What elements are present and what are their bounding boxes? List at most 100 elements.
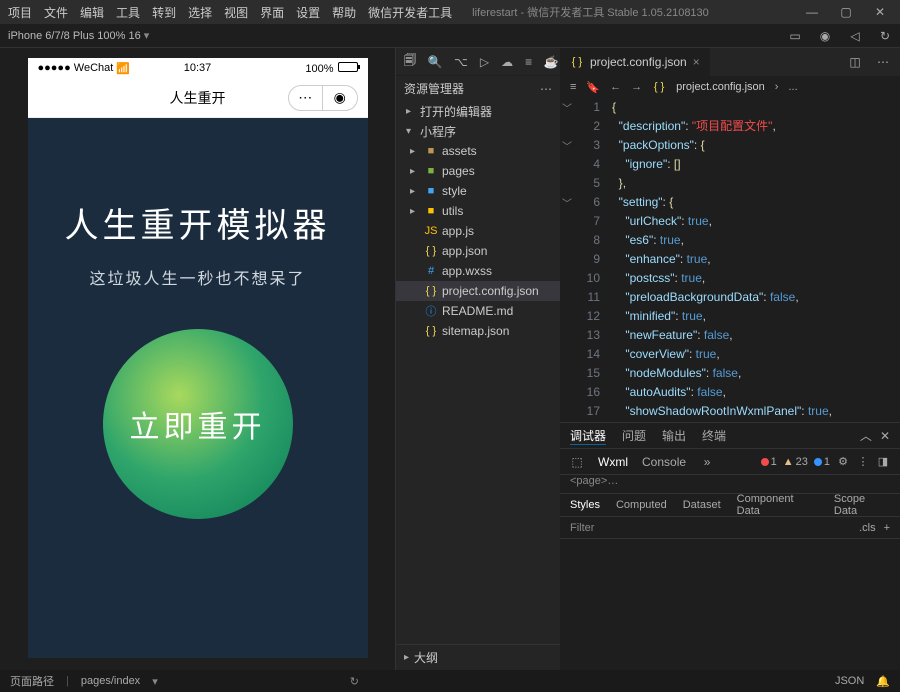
add-style-icon[interactable]: +: [884, 522, 890, 534]
chevron-up-icon[interactable]: ︿: [860, 427, 872, 444]
phone-icon[interactable]: ▭: [788, 29, 802, 43]
fold-icon[interactable]: ﹀: [562, 138, 572, 157]
tree-item-utils[interactable]: ▸■utils: [396, 201, 560, 221]
explorer-more-icon[interactable]: ⋯: [540, 82, 552, 96]
forward-icon[interactable]: →: [631, 81, 642, 93]
back-icon[interactable]: ←: [610, 81, 621, 93]
more-tabs-icon[interactable]: »: [700, 455, 714, 469]
branch-icon[interactable]: ⌥: [454, 55, 468, 69]
capsule-close-icon[interactable]: ◉: [323, 86, 357, 110]
tree-item-app-json[interactable]: { }app.json: [396, 241, 560, 261]
wxml-elements[interactable]: <page>…: [560, 475, 900, 493]
capsule-menu-icon[interactable]: ⋯: [289, 86, 324, 110]
menu-settings[interactable]: 设置: [296, 4, 320, 21]
debug-icon[interactable]: ▷: [480, 55, 489, 69]
error-count[interactable]: 1: [761, 456, 777, 468]
device-selector[interactable]: iPhone 6/7/8 Plus 100% 16: [8, 29, 149, 42]
kebab-icon[interactable]: ⋮: [856, 455, 870, 469]
tab-console[interactable]: Console: [642, 455, 686, 469]
bookmark-icon[interactable]: 🔖: [586, 81, 600, 94]
tab-wxml[interactable]: Wxml: [598, 455, 628, 469]
tab-scope-data[interactable]: Scope Data: [834, 493, 890, 517]
refresh-icon[interactable]: ↻: [878, 29, 892, 43]
inspector-icon[interactable]: ⬚: [570, 455, 584, 469]
title-bar: 项目 文件 编辑 工具 转到 选择 视图 界面 设置 帮助 微信开发者工具 li…: [0, 0, 900, 24]
file-icon: #: [424, 265, 438, 277]
menu-view[interactable]: 视图: [224, 4, 248, 21]
file-tree: ▸打开的编辑器▾小程序▸■assets▸■pages▸■style▸■utils…: [396, 101, 560, 644]
tree-item-sitemap-json[interactable]: { }sitemap.json: [396, 321, 560, 341]
cup-icon[interactable]: ☕: [544, 55, 558, 69]
code-editor[interactable]: ﹀﹀﹀ 12345678910111213141516171819 { "des…: [560, 98, 900, 422]
split-editor-icon[interactable]: ◫: [848, 55, 862, 69]
info-count[interactable]: 1: [814, 456, 830, 468]
tab-dataset[interactable]: Dataset: [683, 499, 721, 511]
tab-styles[interactable]: Styles: [570, 499, 600, 511]
tab-computed[interactable]: Computed: [616, 499, 667, 511]
menu-project[interactable]: 项目: [8, 4, 32, 21]
code-lines[interactable]: { "description": "项目配置文件", "packOptions"…: [608, 98, 900, 422]
share-icon[interactable]: ◁: [848, 29, 862, 43]
tab-project-config[interactable]: { } project.config.json ×: [560, 48, 711, 76]
json-icon: { }: [652, 81, 666, 93]
menu-file[interactable]: 文件: [44, 4, 68, 21]
menu-edit[interactable]: 编辑: [80, 4, 104, 21]
bell-icon[interactable]: 🔔: [876, 675, 890, 688]
tree-label: 小程序: [420, 123, 456, 140]
tab-close-icon[interactable]: ×: [693, 55, 700, 69]
menu-goto[interactable]: 转到: [152, 4, 176, 21]
maximize-button[interactable]: ▢: [834, 0, 858, 24]
panel-close-icon[interactable]: ✕: [880, 429, 890, 443]
menu-wxdevtool[interactable]: 微信开发者工具: [368, 4, 452, 21]
status-language[interactable]: JSON: [835, 675, 864, 687]
tab-terminal[interactable]: 终端: [702, 427, 726, 444]
tree-item-README-md[interactable]: ⓘREADME.md: [396, 301, 560, 321]
dock-icon[interactable]: ◨: [876, 455, 890, 469]
app-headline: 人生重开模拟器: [65, 198, 331, 247]
breadcrumb-more[interactable]: ...: [788, 81, 797, 93]
status-page-path[interactable]: pages/index: [81, 675, 140, 687]
breadcrumb-file[interactable]: project.config.json: [676, 81, 765, 93]
tree-label: sitemap.json: [442, 324, 509, 338]
tree-item-小程序[interactable]: ▾小程序: [396, 121, 560, 141]
fold-icon[interactable]: ﹀: [562, 195, 572, 214]
menu-icon[interactable]: ≡: [570, 81, 576, 93]
tree-item-assets[interactable]: ▸■assets: [396, 141, 560, 161]
tree-item-app-wxss[interactable]: #app.wxss: [396, 261, 560, 281]
status-refresh-icon[interactable]: ↻: [350, 675, 359, 688]
record-icon[interactable]: ◉: [818, 29, 832, 43]
menu-tools[interactable]: 工具: [116, 4, 140, 21]
menu-select[interactable]: 选择: [188, 4, 212, 21]
close-button[interactable]: ✕: [868, 0, 892, 24]
tab-output[interactable]: 输出: [662, 427, 686, 444]
files-icon[interactable]: 🗐: [404, 55, 416, 69]
filter-input[interactable]: Filter: [570, 522, 594, 534]
tree-item-app-js[interactable]: JSapp.js: [396, 221, 560, 241]
tab-label: project.config.json: [590, 55, 687, 69]
db-icon[interactable]: ≡: [525, 55, 532, 69]
outline-section[interactable]: ▸ 大纲: [396, 644, 560, 670]
fold-icon[interactable]: ﹀: [562, 100, 572, 119]
editor-tabs: { } project.config.json × ◫ ⋯: [560, 48, 900, 76]
tree-item-pages[interactable]: ▸■pages: [396, 161, 560, 181]
tab-problems[interactable]: 问题: [622, 427, 646, 444]
search-icon[interactable]: 🔍: [428, 55, 442, 69]
warning-count[interactable]: ▲23: [783, 456, 808, 468]
editor-more-icon[interactable]: ⋯: [876, 55, 890, 69]
tab-component-data[interactable]: Component Data: [737, 493, 818, 517]
cls-toggle[interactable]: .cls: [859, 522, 876, 534]
tree-item-project-config-json[interactable]: { }project.config.json: [396, 281, 560, 301]
menu-ui[interactable]: 界面: [260, 4, 284, 21]
tree-label: app.js: [442, 224, 474, 238]
minimize-button[interactable]: —: [800, 0, 824, 24]
gear-icon[interactable]: ⚙: [836, 455, 850, 469]
styles-tabs: Styles Computed Dataset Component Data S…: [560, 493, 900, 517]
tree-item-打开的编辑器[interactable]: ▸打开的编辑器: [396, 101, 560, 121]
ext-icon[interactable]: ☁: [501, 55, 513, 69]
chevron-down-icon[interactable]: ▾: [152, 675, 158, 688]
tab-debugger[interactable]: 调试器: [570, 427, 606, 445]
capsule-button[interactable]: ⋯ ◉: [288, 85, 358, 111]
tree-item-style[interactable]: ▸■style: [396, 181, 560, 201]
restart-button[interactable]: 立即重开: [103, 329, 293, 519]
menu-help[interactable]: 帮助: [332, 4, 356, 21]
